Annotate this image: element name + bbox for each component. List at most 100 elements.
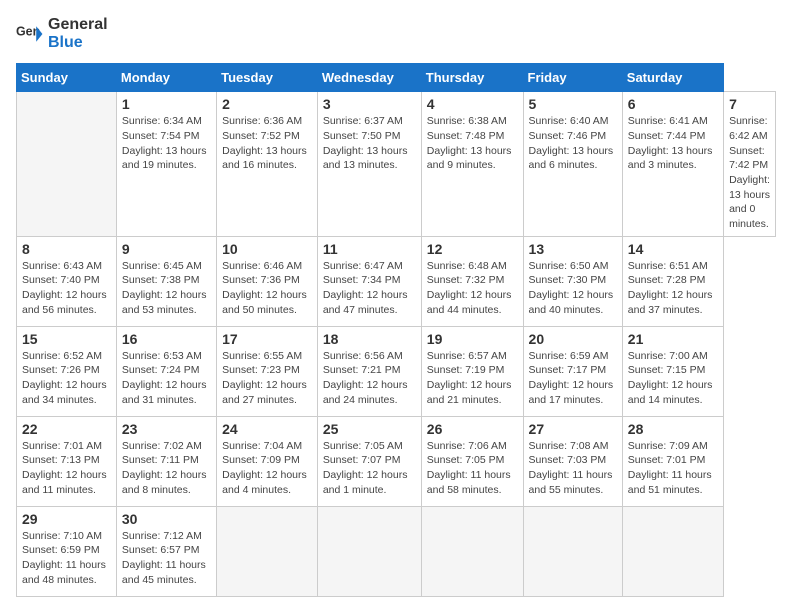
day-info: Sunrise: 7:12 AM Sunset: 6:57 PM Dayligh…	[122, 529, 211, 588]
day-info: Sunrise: 6:52 AM Sunset: 7:26 PM Dayligh…	[22, 349, 111, 408]
weekday-header-tuesday: Tuesday	[217, 64, 318, 92]
logo: Gen General Blue	[16, 16, 108, 51]
day-info: Sunrise: 7:08 AM Sunset: 7:03 PM Dayligh…	[529, 439, 617, 498]
day-number: 28	[628, 421, 718, 437]
empty-cell	[421, 506, 523, 596]
day-cell-6: 6 Sunrise: 6:41 AM Sunset: 7:44 PM Dayli…	[622, 92, 723, 237]
day-number: 6	[628, 96, 718, 112]
calendar-table: SundayMondayTuesdayWednesdayThursdayFrid…	[16, 63, 776, 597]
day-number: 11	[323, 241, 416, 257]
day-info: Sunrise: 6:36 AM Sunset: 7:52 PM Dayligh…	[222, 114, 312, 173]
day-number: 13	[529, 241, 617, 257]
day-info: Sunrise: 6:43 AM Sunset: 7:40 PM Dayligh…	[22, 259, 111, 318]
day-info: Sunrise: 6:38 AM Sunset: 7:48 PM Dayligh…	[427, 114, 518, 173]
weekday-header-sunday: Sunday	[17, 64, 117, 92]
day-info: Sunrise: 7:09 AM Sunset: 7:01 PM Dayligh…	[628, 439, 718, 498]
day-cell-2: 2 Sunrise: 6:36 AM Sunset: 7:52 PM Dayli…	[217, 92, 318, 237]
day-info: Sunrise: 7:06 AM Sunset: 7:05 PM Dayligh…	[427, 439, 518, 498]
day-number: 27	[529, 421, 617, 437]
day-number: 19	[427, 331, 518, 347]
day-number: 4	[427, 96, 518, 112]
calendar-week-3: 15 Sunrise: 6:52 AM Sunset: 7:26 PM Dayl…	[17, 326, 776, 416]
weekday-header-saturday: Saturday	[622, 64, 723, 92]
day-cell-17: 17 Sunrise: 6:55 AM Sunset: 7:23 PM Dayl…	[217, 326, 318, 416]
day-cell-18: 18 Sunrise: 6:56 AM Sunset: 7:21 PM Dayl…	[317, 326, 421, 416]
day-cell-24: 24 Sunrise: 7:04 AM Sunset: 7:09 PM Dayl…	[217, 416, 318, 506]
day-info: Sunrise: 7:02 AM Sunset: 7:11 PM Dayligh…	[122, 439, 211, 498]
weekday-header-thursday: Thursday	[421, 64, 523, 92]
empty-cell	[622, 506, 723, 596]
day-cell-19: 19 Sunrise: 6:57 AM Sunset: 7:19 PM Dayl…	[421, 326, 523, 416]
day-info: Sunrise: 6:40 AM Sunset: 7:46 PM Dayligh…	[529, 114, 617, 173]
day-number: 20	[529, 331, 617, 347]
day-info: Sunrise: 6:46 AM Sunset: 7:36 PM Dayligh…	[222, 259, 312, 318]
day-info: Sunrise: 7:04 AM Sunset: 7:09 PM Dayligh…	[222, 439, 312, 498]
day-cell-10: 10 Sunrise: 6:46 AM Sunset: 7:36 PM Dayl…	[217, 236, 318, 326]
logo-text-line2: Blue	[48, 34, 108, 52]
day-number: 8	[22, 241, 111, 257]
day-cell-13: 13 Sunrise: 6:50 AM Sunset: 7:30 PM Dayl…	[523, 236, 622, 326]
weekday-header-friday: Friday	[523, 64, 622, 92]
day-cell-25: 25 Sunrise: 7:05 AM Sunset: 7:07 PM Dayl…	[317, 416, 421, 506]
day-cell-14: 14 Sunrise: 6:51 AM Sunset: 7:28 PM Dayl…	[622, 236, 723, 326]
day-info: Sunrise: 7:01 AM Sunset: 7:13 PM Dayligh…	[22, 439, 111, 498]
day-number: 26	[427, 421, 518, 437]
day-number: 5	[529, 96, 617, 112]
day-cell-21: 21 Sunrise: 7:00 AM Sunset: 7:15 PM Dayl…	[622, 326, 723, 416]
day-info: Sunrise: 6:56 AM Sunset: 7:21 PM Dayligh…	[323, 349, 416, 408]
day-cell-11: 11 Sunrise: 6:47 AM Sunset: 7:34 PM Dayl…	[317, 236, 421, 326]
day-number: 3	[323, 96, 416, 112]
day-info: Sunrise: 6:53 AM Sunset: 7:24 PM Dayligh…	[122, 349, 211, 408]
day-number: 30	[122, 511, 211, 527]
empty-cell	[217, 506, 318, 596]
day-number: 16	[122, 331, 211, 347]
day-number: 2	[222, 96, 312, 112]
day-number: 25	[323, 421, 416, 437]
day-cell-4: 4 Sunrise: 6:38 AM Sunset: 7:48 PM Dayli…	[421, 92, 523, 237]
calendar-week-4: 22 Sunrise: 7:01 AM Sunset: 7:13 PM Dayl…	[17, 416, 776, 506]
day-info: Sunrise: 6:42 AM Sunset: 7:42 PM Dayligh…	[729, 114, 770, 232]
day-number: 12	[427, 241, 518, 257]
day-cell-3: 3 Sunrise: 6:37 AM Sunset: 7:50 PM Dayli…	[317, 92, 421, 237]
day-number: 29	[22, 511, 111, 527]
day-number: 24	[222, 421, 312, 437]
logo-text-line1: General	[48, 16, 108, 34]
day-info: Sunrise: 7:00 AM Sunset: 7:15 PM Dayligh…	[628, 349, 718, 408]
day-number: 10	[222, 241, 312, 257]
calendar-body: 1 Sunrise: 6:34 AM Sunset: 7:54 PM Dayli…	[17, 92, 776, 597]
weekday-header-wednesday: Wednesday	[317, 64, 421, 92]
day-info: Sunrise: 6:47 AM Sunset: 7:34 PM Dayligh…	[323, 259, 416, 318]
day-info: Sunrise: 6:41 AM Sunset: 7:44 PM Dayligh…	[628, 114, 718, 173]
day-info: Sunrise: 6:37 AM Sunset: 7:50 PM Dayligh…	[323, 114, 416, 173]
day-cell-5: 5 Sunrise: 6:40 AM Sunset: 7:46 PM Dayli…	[523, 92, 622, 237]
day-cell-23: 23 Sunrise: 7:02 AM Sunset: 7:11 PM Dayl…	[116, 416, 216, 506]
day-cell-26: 26 Sunrise: 7:06 AM Sunset: 7:05 PM Dayl…	[421, 416, 523, 506]
calendar-week-2: 8 Sunrise: 6:43 AM Sunset: 7:40 PM Dayli…	[17, 236, 776, 326]
day-cell-28: 28 Sunrise: 7:09 AM Sunset: 7:01 PM Dayl…	[622, 416, 723, 506]
day-number: 18	[323, 331, 416, 347]
day-number: 14	[628, 241, 718, 257]
day-number: 21	[628, 331, 718, 347]
day-info: Sunrise: 6:45 AM Sunset: 7:38 PM Dayligh…	[122, 259, 211, 318]
day-number: 15	[22, 331, 111, 347]
calendar-week-5: 29 Sunrise: 7:10 AM Sunset: 6:59 PM Dayl…	[17, 506, 776, 596]
day-info: Sunrise: 7:10 AM Sunset: 6:59 PM Dayligh…	[22, 529, 111, 588]
weekday-header-monday: Monday	[116, 64, 216, 92]
day-cell-29: 29 Sunrise: 7:10 AM Sunset: 6:59 PM Dayl…	[17, 506, 117, 596]
day-number: 17	[222, 331, 312, 347]
page-header: Gen General Blue	[16, 16, 776, 51]
empty-cell	[317, 506, 421, 596]
day-cell-27: 27 Sunrise: 7:08 AM Sunset: 7:03 PM Dayl…	[523, 416, 622, 506]
day-info: Sunrise: 7:05 AM Sunset: 7:07 PM Dayligh…	[323, 439, 416, 498]
day-info: Sunrise: 6:50 AM Sunset: 7:30 PM Dayligh…	[529, 259, 617, 318]
day-info: Sunrise: 6:51 AM Sunset: 7:28 PM Dayligh…	[628, 259, 718, 318]
day-cell-15: 15 Sunrise: 6:52 AM Sunset: 7:26 PM Dayl…	[17, 326, 117, 416]
day-info: Sunrise: 6:59 AM Sunset: 7:17 PM Dayligh…	[529, 349, 617, 408]
day-cell-20: 20 Sunrise: 6:59 AM Sunset: 7:17 PM Dayl…	[523, 326, 622, 416]
day-number: 7	[729, 96, 770, 112]
empty-cell	[523, 506, 622, 596]
day-cell-7: 7 Sunrise: 6:42 AM Sunset: 7:42 PM Dayli…	[724, 92, 776, 237]
day-info: Sunrise: 6:48 AM Sunset: 7:32 PM Dayligh…	[427, 259, 518, 318]
day-number: 23	[122, 421, 211, 437]
day-info: Sunrise: 6:34 AM Sunset: 7:54 PM Dayligh…	[122, 114, 211, 173]
